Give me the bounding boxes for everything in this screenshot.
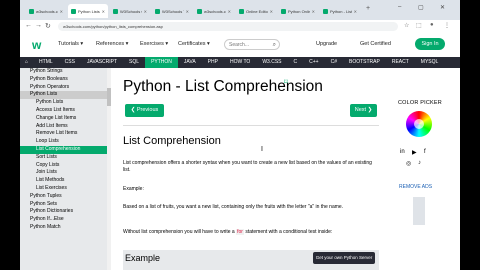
ad-figure bbox=[413, 197, 425, 225]
example-title: Example bbox=[125, 253, 161, 263]
without-paragraph: Without list comprehension you will have… bbox=[123, 229, 373, 236]
fruits-paragraph: Based on a list of fruits, you want a ne… bbox=[123, 204, 344, 210]
youtube-icon[interactable]: ▶ bbox=[412, 149, 417, 156]
color-picker-label: COLOR PICKER bbox=[398, 100, 442, 106]
instagram-icon[interactable]: ◎ bbox=[406, 160, 411, 167]
intro-paragraph: List comprehension offers a shorter synt… bbox=[123, 160, 372, 173]
color-wheel-center bbox=[414, 119, 424, 129]
letterbox-left bbox=[0, 0, 20, 270]
bookmark-icon[interactable]: ⌑ bbox=[284, 78, 288, 86]
divider bbox=[123, 125, 379, 126]
example-label: Example: bbox=[123, 186, 144, 192]
without-text-2: statement with a conditional test inside… bbox=[243, 229, 333, 235]
letterbox-right bbox=[460, 0, 480, 270]
remove-ads-link[interactable]: REMOVE ADS bbox=[399, 184, 432, 190]
section-title: List Comprehension bbox=[123, 135, 221, 147]
without-text-1: Without list comprehension you will have… bbox=[123, 229, 237, 235]
page-title: Python - List Comprehension bbox=[123, 78, 323, 95]
previous-button[interactable]: ❮ Previous bbox=[125, 104, 164, 117]
for-keyword: for bbox=[236, 229, 244, 235]
next-button[interactable]: Next ❯ bbox=[350, 104, 377, 117]
facebook-icon[interactable]: f bbox=[424, 149, 426, 155]
tiktok-icon[interactable]: ♪ bbox=[418, 160, 421, 166]
mouse-cursor-icon: I bbox=[261, 146, 263, 153]
get-python-server-button[interactable]: Get your own Python Server bbox=[313, 252, 375, 264]
linkedin-icon[interactable]: in bbox=[400, 149, 405, 155]
